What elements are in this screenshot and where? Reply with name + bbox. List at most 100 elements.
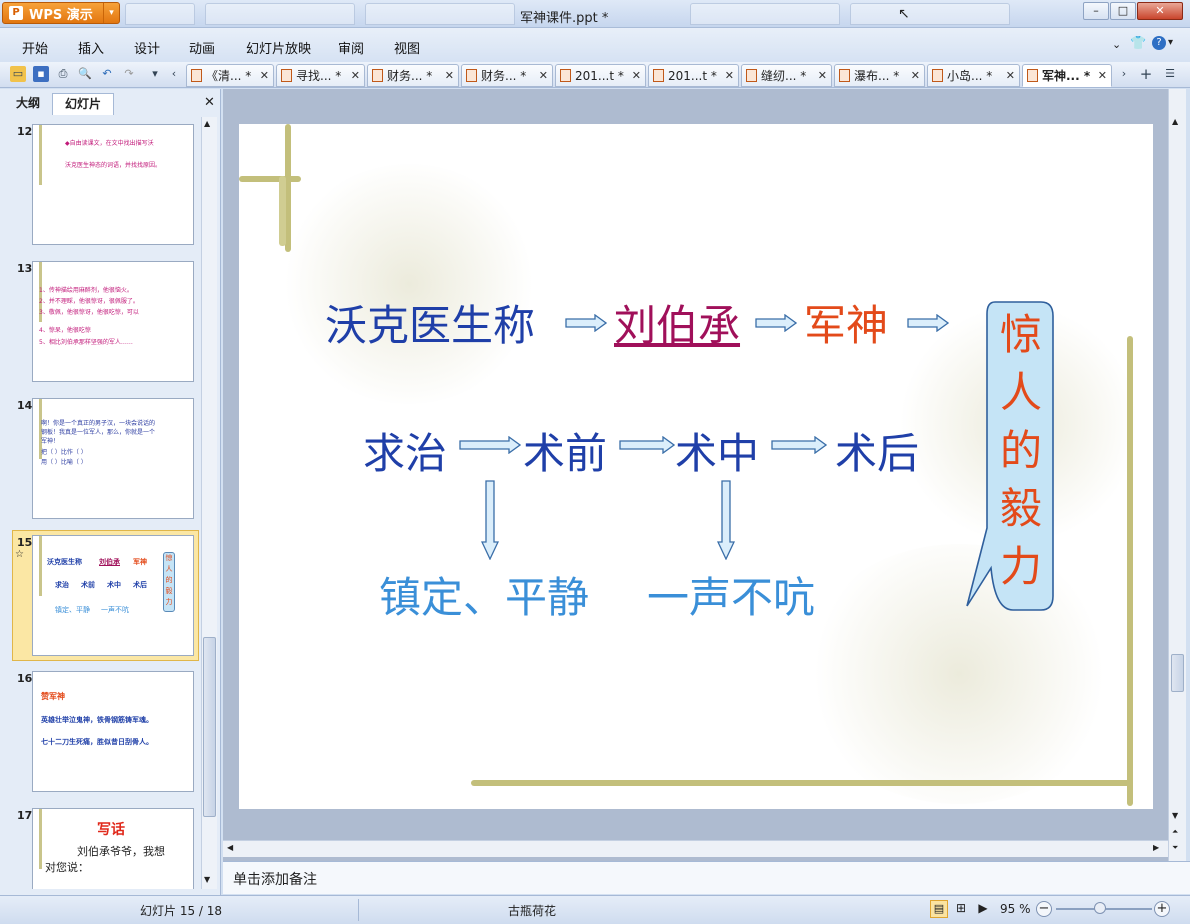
close-tab-icon[interactable]: ✕ — [725, 69, 734, 82]
text-not-a-sound[interactable]: 一声不吭 — [647, 564, 815, 625]
slide-horizontal-scrollbar[interactable]: ◀ ▶ — [223, 840, 1168, 857]
zoom-out-button[interactable]: − — [1036, 901, 1052, 917]
thumb-number: 12 — [17, 125, 33, 138]
chevron-left-icon[interactable]: ‹ — [166, 66, 182, 82]
wps-logo-icon: P — [9, 6, 23, 20]
menu-view[interactable]: 视图 — [394, 38, 420, 57]
chevron-down-icon[interactable]: ▾ — [103, 3, 119, 23]
notes-pane[interactable]: 单击添加备注 — [223, 861, 1190, 894]
scroll-thumb[interactable] — [1171, 654, 1184, 692]
text-after-surgery[interactable]: 术后 — [835, 420, 919, 481]
app-menu-button[interactable]: P WPS 演示 ▾ — [2, 2, 120, 24]
doc-tab[interactable]: 小岛... * ✕ — [927, 64, 1020, 87]
callout-text[interactable]: 惊 人 的 毅 力 — [991, 306, 1051, 596]
scroll-up-icon[interactable]: ▲ — [204, 119, 210, 128]
close-panel-icon[interactable]: ✕ — [204, 95, 215, 110]
doc-tab[interactable]: 201...t * ✕ — [648, 64, 739, 87]
text-during-surgery[interactable]: 术中 — [675, 420, 759, 481]
slide-thumbnail-13[interactable]: 1、传神描绘用麻醉剂，他很恼火。 2、并不理睬，他很惊讶，很佩服了。 3、敬佩，… — [32, 261, 194, 382]
doc-tab[interactable]: 财务... * ✕ — [461, 64, 553, 87]
minimize-button[interactable]: – — [1083, 2, 1109, 20]
text-seek-treatment[interactable]: 求治 — [363, 420, 447, 481]
skin-icon[interactable]: 👕 — [1130, 36, 1146, 51]
open-icon[interactable]: ▭ — [10, 66, 26, 82]
slide-vertical-scrollbar[interactable]: ▲ ▼ ⏶ ⏷ — [1168, 89, 1186, 861]
text-walker-doctor[interactable]: 沃克医生称 — [325, 292, 535, 353]
maximize-button[interactable]: □ — [1110, 2, 1136, 20]
slideshow-icon[interactable]: ▶ — [974, 900, 992, 918]
close-tab-icon[interactable]: ✕ — [351, 69, 360, 82]
thumb-number: 13 — [17, 262, 33, 275]
zoom-slider-thumb[interactable] — [1094, 902, 1106, 914]
tab-list-icon[interactable]: ☰ — [1162, 66, 1178, 82]
background-window-tab — [365, 3, 515, 25]
slide-thumbnail-12[interactable]: ◆自由读课文，在文中找出描写沃 沃克医生神态的词语，并找找原因。 — [32, 124, 194, 245]
help-icon[interactable]: ? — [1152, 36, 1166, 50]
slide-sorter-icon[interactable]: ⊞ — [952, 900, 970, 918]
background-window-tab — [125, 3, 195, 25]
menu-review[interactable]: 审阅 — [338, 38, 364, 57]
text-calm-steady[interactable]: 镇定、平静 — [379, 564, 589, 625]
new-tab-icon[interactable]: + — [1138, 66, 1154, 82]
scroll-up-icon[interactable]: ▲ — [1172, 117, 1178, 126]
doc-tab[interactable]: 瀑布... * ✕ — [834, 64, 925, 87]
menu-slideshow[interactable]: 幻灯片放映 — [246, 38, 311, 57]
zoom-level: 95 % — [1000, 902, 1031, 916]
notes-placeholder[interactable]: 单击添加备注 — [233, 869, 317, 889]
background-window-tab — [850, 3, 1010, 25]
ppt-file-icon — [372, 69, 383, 82]
scroll-down-icon[interactable]: ▼ — [204, 875, 210, 884]
save-icon[interactable]: ▪ — [33, 66, 49, 82]
close-tab-icon[interactable]: ✕ — [445, 69, 454, 82]
close-tab-icon[interactable]: ✕ — [911, 69, 920, 82]
menu-home[interactable]: 开始 — [22, 38, 48, 57]
chevron-down-icon[interactable]: ▾ — [1168, 37, 1173, 48]
text-god-of-war[interactable]: 军神 — [804, 292, 888, 353]
chevron-right-icon[interactable]: › — [1116, 66, 1132, 82]
menu-animation[interactable]: 动画 — [189, 38, 215, 57]
thumbnail-list: 12 ◆自由读课文，在文中找出描写沃 沃克医生神态的词语，并找找原因。 13 1… — [0, 117, 201, 889]
print-preview-icon[interactable]: 🔍 — [77, 66, 93, 82]
doc-tab[interactable]: 寻找... * ✕ — [276, 64, 365, 87]
current-slide[interactable]: 沃克医生称 刘伯承 军神 求治 术前 术中 术后 镇定、平静 一声不吭 惊 人 … — [239, 124, 1153, 809]
close-tab-icon[interactable]: ✕ — [260, 69, 269, 82]
doc-tab[interactable]: 《清... * ✕ — [186, 64, 274, 87]
close-tab-icon[interactable]: ✕ — [818, 69, 827, 82]
slide-thumbnail-16[interactable]: 赞军神 英雄壮举泣鬼神，铁骨钢筋铸军魂。 七十二刀生死痛，胜似昔日刮骨人。 — [32, 671, 194, 792]
text-before-surgery[interactable]: 术前 — [523, 420, 607, 481]
slide-thumbnail-14[interactable]: 啊！你是一个真正的男子汉，一块会说话的 钢板！我真是一位军人，那么，你就是一个 … — [32, 398, 194, 519]
scroll-down-icon[interactable]: ▼ — [1172, 811, 1178, 820]
status-bar: 幻灯片 15 / 18 古瓶荷花 ▤ ⊞ ▶ 95 % − + — [0, 895, 1190, 924]
close-tab-icon[interactable]: ✕ — [1098, 69, 1107, 82]
close-tab-icon[interactable]: ✕ — [1006, 69, 1015, 82]
doc-tab[interactable]: 缝纫... * ✕ — [741, 64, 832, 87]
redo-icon[interactable]: ↷ — [121, 66, 137, 82]
doc-tab[interactable]: 财务... * ✕ — [367, 64, 459, 87]
slide-thumbnail-17[interactable]: 写话 刘伯承爷爷，我想 对您说： — [32, 808, 194, 889]
doc-tab[interactable]: 201...t * ✕ — [555, 64, 646, 87]
customize-toolbar-icon[interactable]: ▾ — [147, 66, 163, 82]
normal-view-icon[interactable]: ▤ — [930, 900, 948, 918]
close-tab-icon[interactable]: ✕ — [539, 69, 548, 82]
background-flower — [799, 544, 1119, 804]
scroll-left-icon[interactable]: ◀ — [227, 843, 233, 852]
undo-icon[interactable]: ↶ — [99, 66, 115, 82]
doc-tab-active[interactable]: 军神... * ✕ — [1022, 64, 1112, 87]
scroll-thumb[interactable] — [203, 637, 216, 817]
close-tab-icon[interactable]: ✕ — [632, 69, 641, 82]
next-slide-icon[interactable]: ⏷ — [1172, 843, 1178, 853]
zoom-in-button[interactable]: + — [1154, 901, 1170, 917]
scroll-right-icon[interactable]: ▶ — [1153, 843, 1159, 852]
menu-design[interactable]: 设计 — [134, 38, 160, 57]
tab-slides[interactable]: 幻灯片 — [52, 93, 114, 115]
menu-insert[interactable]: 插入 — [78, 38, 104, 57]
thumbnail-scrollbar[interactable]: ▲ ▼ — [201, 117, 217, 889]
text-liu-bocheng-link[interactable]: 刘伯承 — [614, 292, 740, 353]
print-icon[interactable]: ⎙ — [55, 66, 71, 82]
close-window-button[interactable]: ✕ — [1137, 2, 1183, 20]
title-bar: P WPS 演示 ▾ 军神课件.ppt * ↖ – □ ✕ — [0, 0, 1190, 28]
tab-outline[interactable]: 大纲 — [6, 93, 50, 115]
slide-thumbnail-15[interactable]: 沃克医生称 刘伯承 军神 求治 术前 术中 术后 镇定、平静 一声不吭 惊人的毅… — [32, 535, 194, 656]
previous-slide-icon[interactable]: ⏶ — [1172, 827, 1178, 837]
chevron-down-icon[interactable]: ⌄ — [1112, 38, 1121, 51]
